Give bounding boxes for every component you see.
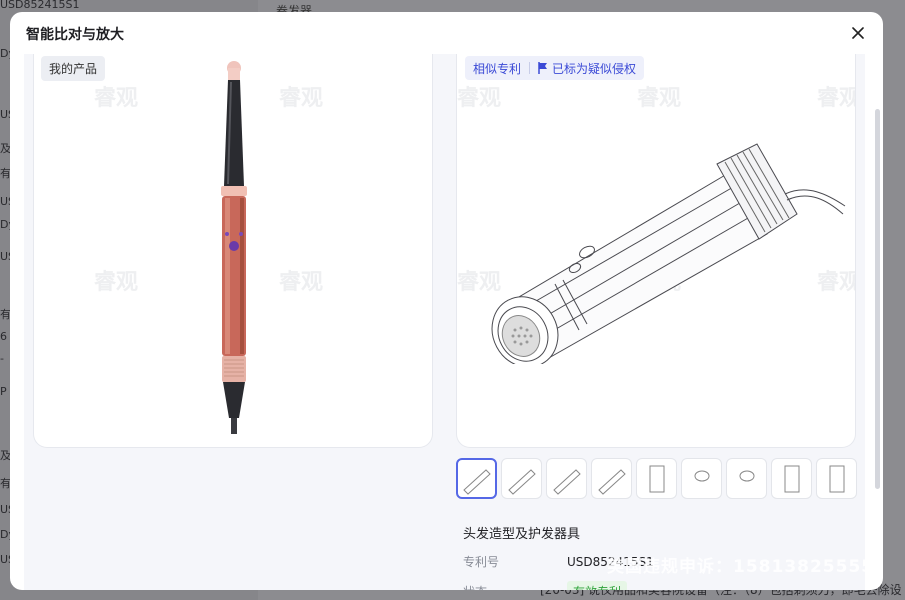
background-fragment: USD852415S1 [0,0,80,11]
watermark: 睿观 [279,86,324,111]
watermark: 睿观 [637,86,682,111]
thumbnail-drawing-icon [597,468,626,495]
thumbnail-drawing-icon [829,465,844,492]
patent-thumbnail[interactable] [816,458,857,499]
curling-wand-image [221,61,247,434]
background-fragment: - [0,352,4,365]
patent-product-name: 头发造型及护发器具 [463,527,581,542]
flagged-infringement-tag[interactable]: 已标为疑似侵权 [552,60,636,77]
patent-thumbnail[interactable] [771,458,812,499]
status-row: 状态 有效专利 [463,581,628,590]
modal-title: 智能比对与放大 [26,27,124,43]
thumbnail-drawing-icon [649,465,664,492]
watermark: 睿观 [94,86,139,111]
status-label: 状态 [463,583,567,590]
status-badge: 有效专利 [567,581,628,590]
close-button[interactable] [849,24,867,42]
my-product-image-card[interactable]: 我的产品 睿观 睿观 睿观 睿观 [33,54,433,448]
patent-thumbnail[interactable] [501,458,542,499]
my-product-column: 我的产品 睿观 睿观 睿观 睿观 [24,54,443,590]
patent-drawing-image [491,143,846,364]
background-fragment: P [0,385,7,398]
similar-patent-tag[interactable]: 相似专利 [473,60,521,77]
modal-header: 智能比对与放大 [10,12,883,54]
tag-divider [529,62,531,74]
thumbnail-drawing-icon [739,470,754,481]
patent-thumbnail[interactable] [636,458,677,499]
patent-thumbnail[interactable] [591,458,632,499]
thumbnail-strip [456,458,857,499]
thumbnail-drawing-icon [694,470,709,481]
patent-thumbnail[interactable] [456,458,497,499]
thumbnail-drawing-icon [784,465,799,492]
watermark: 睿观 [457,86,502,111]
patent-thumbnail[interactable] [546,458,587,499]
modal-scrollbar[interactable] [875,109,880,489]
patent-thumbnail[interactable] [726,458,767,499]
patent-thumbnail[interactable] [681,458,722,499]
my-product-tag: 我的产品 [41,56,106,81]
thumbnail-drawing-icon [507,468,536,495]
overlay-watermark-text: 美国违规申诉：15813825555 [607,557,875,577]
thumbnail-drawing-icon [552,468,581,495]
compare-modal: 智能比对与放大 我的产品 睿观 睿观 睿观 睿观 相似专利 已标为疑似侵权 睿观… [10,12,883,590]
thumbnail-drawing-icon [462,468,491,495]
flag-icon [538,62,548,74]
watermark: 睿观 [94,270,139,295]
watermark: 睿观 [817,86,855,111]
watermark: 睿观 [279,270,324,295]
patent-image-card[interactable]: 相似专利 已标为疑似侵权 睿观 睿观 睿观 睿观 睿观 睿观 [456,54,856,448]
modal-body: 我的产品 睿观 睿观 睿观 睿观 相似专利 已标为疑似侵权 睿观 睿观 睿 睿观… [10,54,883,590]
patent-tag-group: 相似专利 已标为疑似侵权 [465,56,645,80]
close-icon [852,27,864,39]
background-fragment: 6 [0,330,7,343]
similar-patent-column: 相似专利 已标为疑似侵权 睿观 睿观 睿观 睿观 睿观 睿观 [441,54,865,590]
patent-number-label: 专利号 [463,555,500,569]
